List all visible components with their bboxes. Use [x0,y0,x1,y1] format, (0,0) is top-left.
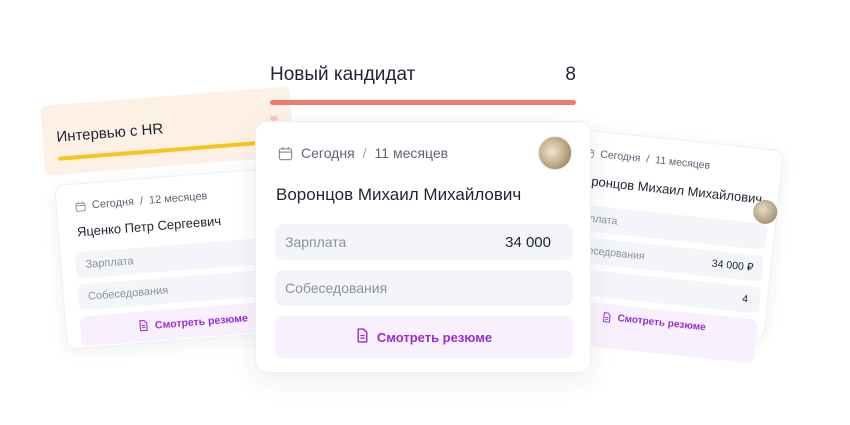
column-title: Новый кандидат [270,64,416,85]
interviews-field[interactable]: Собеседования [275,270,573,306]
calendar-icon [278,146,293,161]
view-resume-label: Смотреть резюме [616,313,707,334]
date-separator: / [645,153,650,166]
avatar [752,198,779,226]
age-label: 11 месяцев [374,145,449,161]
column-new-candidate-header: Новый кандидат 8 [270,62,576,106]
interviews-label: Собеседования [87,284,169,303]
age-label: 11 месяцев [654,154,711,172]
salary-field[interactable]: Зарплата 34 000 [275,224,573,260]
date-label: Сегодня [599,148,642,165]
interviews-label: Собеседования [285,280,388,296]
candidate-name: Воронцов Михаил Михайлович [574,171,763,207]
age-label: 12 месяцев [148,190,208,207]
document-icon [356,328,369,346]
date-separator: / [139,195,144,208]
column-count: 8 [565,64,576,85]
card-date: Сегодня / 11 месяцев [278,145,448,161]
candidate-card[interactable]: Сегодня / 11 месяцев Воронцов Михаил Мих… [255,121,591,373]
card-date: Сегодня / 11 месяцев [584,147,711,172]
document-icon [139,319,150,335]
calendar-icon [75,200,87,212]
card-date: Сегодня / 12 месяцев [75,190,208,212]
date-separator: / [362,145,367,161]
view-resume-button[interactable]: Смотреть резюме [275,316,573,358]
document-icon [602,312,612,327]
salary-label: Зарплата [85,255,135,271]
view-resume-label: Смотреть резюме [376,329,493,345]
salary-label: Зарплата [285,234,347,250]
interviews-value: 4 [741,293,749,306]
column-accent-bar [270,100,576,105]
salary-value: 34 000 [505,234,551,251]
avatar [538,136,572,170]
candidate-name: Яценко Петр Сергеевич [76,213,222,240]
date-label: Сегодня [301,145,355,161]
salary-value: 34 000 ₽ [711,257,754,274]
date-label: Сегодня [91,195,135,212]
column-title: Интервью с HR [55,120,164,146]
view-resume-label: Смотреть резюме [154,312,249,332]
candidate-name: Воронцов Михаил Михайлович [276,185,522,204]
